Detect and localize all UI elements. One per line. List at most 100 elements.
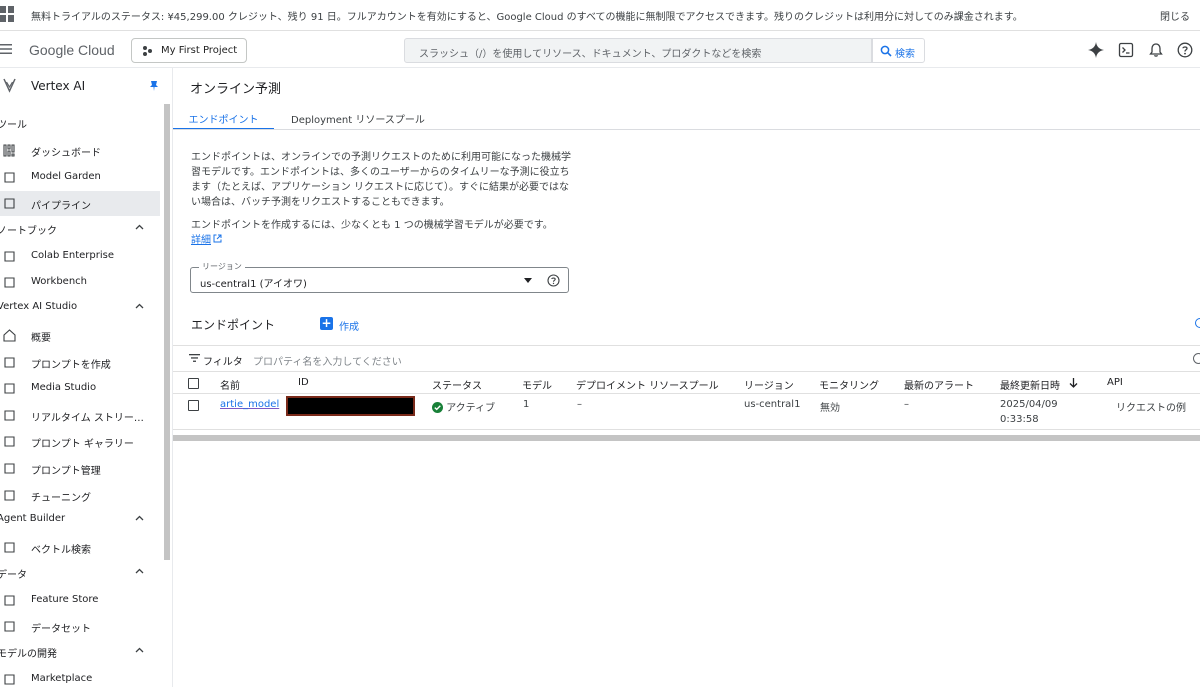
sidebar-section-header[interactable]: Agent Builder	[0, 509, 160, 531]
sidebar-item-label: プロンプト ギャラリー	[31, 439, 134, 451]
filter-bar[interactable]: フィルタ プロパティ名を入力してください	[173, 345, 1200, 372]
sidebar-title: Vertex AI	[31, 79, 86, 93]
sidebar-scrollbar[interactable]	[164, 104, 170, 560]
sidebar-section-label: ノートブック	[0, 225, 57, 237]
column-monitoring[interactable]: モニタリング	[819, 377, 879, 392]
api-request-example[interactable]: リクエストの例	[1116, 399, 1186, 414]
tab-endpoints[interactable]: エンドポイント	[173, 108, 274, 130]
sidebar-item[interactable]: プロンプトを作成	[0, 350, 160, 375]
external-link-icon	[213, 234, 222, 243]
sidebar-section-header[interactable]: Vertex AI Studio	[0, 297, 160, 319]
sidebar-item[interactable]: Feature Store	[0, 588, 160, 613]
filter-icon	[189, 354, 200, 362]
endpoint-name-link[interactable]: artie_model	[220, 399, 279, 410]
region-cell: us-central1	[744, 399, 801, 410]
menu-icon[interactable]	[0, 43, 12, 55]
gemini-sparkle-icon[interactable]	[1088, 42, 1104, 58]
tab-deployment-resource-pools[interactable]: Deployment リソースプール	[291, 108, 425, 130]
vertex-ai-logo-icon	[3, 78, 16, 93]
chevron-up-icon[interactable]	[135, 515, 144, 521]
sidebar-section-label: Agent Builder	[0, 513, 66, 525]
google-cloud-logo[interactable]: Google Cloud	[29, 42, 115, 58]
sidebar-item-label: Marketplace	[31, 673, 93, 684]
sidebar-section-header[interactable]: データ	[0, 562, 160, 584]
gallery-icon	[4, 436, 15, 447]
filter-label: フィルタ	[203, 357, 243, 368]
sidebar-item[interactable]: Colab Enterprise	[0, 244, 160, 269]
sidebar-item-label: 概要	[31, 333, 51, 344]
sidebar-item[interactable]: パイプライン	[0, 191, 160, 217]
project-icon	[143, 46, 152, 56]
filter-help-icon[interactable]	[1193, 353, 1200, 364]
sidebar-item[interactable]: ダッシュボード	[0, 138, 160, 163]
sidebar: Vertex AI ツールダッシュボード Model Garden パイプラインノー…	[0, 68, 173, 687]
sidebar-section-header[interactable]: ツール	[0, 112, 160, 134]
sidebar-item[interactable]: リアルタイム ストリー…	[0, 403, 160, 428]
column-id[interactable]: ID	[298, 377, 309, 388]
region-select[interactable]: リージョン us-central1 (アイオワ)	[190, 261, 569, 293]
chevron-up-icon[interactable]	[135, 647, 144, 653]
row-checkbox[interactable]	[188, 400, 199, 411]
check-circle-icon	[432, 402, 443, 413]
sidebar-item-label: チューニング	[31, 492, 91, 504]
chevron-up-icon[interactable]	[135, 568, 144, 574]
sidebar-item[interactable]: プロンプト管理	[0, 456, 160, 481]
sidebar-section-label: Vertex AI Studio	[0, 301, 78, 312]
chevron-up-icon[interactable]	[135, 224, 144, 230]
column-last-updated[interactable]: 最終更新日時	[1000, 377, 1060, 392]
sidebar-item[interactable]: Model Garden	[0, 165, 160, 190]
prompt-manage-icon	[4, 463, 15, 474]
trial-banner-text: 無料トライアルのステータス: ¥45,299.00 クレジット、残り 91 日。…	[31, 12, 1023, 23]
help-icon[interactable]	[1177, 42, 1193, 58]
vector-search-icon	[4, 542, 15, 553]
sidebar-item[interactable]: Workbench	[0, 270, 160, 295]
notifications-icon[interactable]	[1148, 42, 1164, 58]
sidebar-item[interactable]: Marketplace	[0, 667, 160, 692]
filter-input[interactable]: プロパティ名を入力してください	[253, 353, 402, 368]
search-icon	[880, 45, 892, 57]
sidebar-item[interactable]: プロンプト ギャラリー	[0, 429, 160, 454]
sidebar-section-header[interactable]: ノートブック	[0, 218, 160, 240]
description-paragraph-2: エンドポイントを作成するには、少なくとも 1 つの機械学習モデルが必要です。 詳細	[191, 218, 571, 248]
marketplace-icon	[4, 674, 15, 685]
pin-icon[interactable]	[149, 80, 159, 92]
project-selector[interactable]: My First Project	[131, 38, 247, 63]
column-models[interactable]: モデル	[522, 377, 552, 392]
home-icon	[3, 329, 16, 342]
add-icon: +	[320, 316, 333, 330]
dataset-icon	[4, 621, 15, 632]
column-name[interactable]: 名前	[220, 377, 240, 392]
column-deployment-pool[interactable]: デプロイメント リソースプール	[576, 377, 719, 392]
sidebar-section-label: データ	[0, 569, 27, 581]
cloud-shell-icon[interactable]	[1118, 42, 1134, 58]
search-input[interactable]: スラッシュ（/）を使用してリソース、ドキュメント、プロダクトなどを検索	[404, 38, 872, 63]
select-all-checkbox[interactable]	[188, 378, 199, 389]
column-latest-alert[interactable]: 最新のアラート	[904, 377, 974, 392]
sort-descending-icon[interactable]	[1069, 378, 1078, 388]
streaming-icon	[4, 410, 15, 421]
horizontal-scrollbar[interactable]	[173, 435, 1200, 441]
column-region[interactable]: リージョン	[744, 377, 794, 392]
region-help-icon[interactable]	[547, 274, 560, 287]
sidebar-section-header[interactable]: モデルの開発	[0, 641, 160, 663]
column-api[interactable]: API	[1107, 377, 1123, 388]
sidebar-item[interactable]: 概要	[0, 323, 160, 348]
search-button[interactable]: 検索	[872, 38, 925, 63]
column-status[interactable]: ステータス	[432, 377, 482, 392]
learn-more-link[interactable]: 詳細	[191, 235, 211, 246]
colab-icon	[4, 251, 15, 262]
sidebar-item[interactable]: Media Studio	[0, 376, 160, 401]
sidebar-section-label: ツール	[0, 120, 27, 131]
refresh-icon[interactable]	[1195, 318, 1200, 328]
sidebar-item-label: ダッシュボード	[31, 148, 101, 159]
sidebar-item[interactable]: データセット	[0, 614, 160, 639]
sidebar-item[interactable]: チューニング	[0, 483, 160, 508]
chevron-up-icon[interactable]	[135, 303, 144, 309]
sidebar-item-label: パイプライン	[31, 201, 91, 213]
sidebar-item[interactable]: ベクトル検索	[0, 535, 160, 560]
region-label: リージョン	[199, 261, 245, 272]
sidebar-item-label: プロンプト管理	[31, 466, 101, 477]
sidebar-item-label: Colab Enterprise	[31, 249, 114, 261]
banner-close-button[interactable]: 閉じる	[1160, 8, 1190, 23]
description-paragraph-1: エンドポイントは、オンラインでの予測リクエストのために利用可能になった機械学習モ…	[191, 152, 571, 208]
